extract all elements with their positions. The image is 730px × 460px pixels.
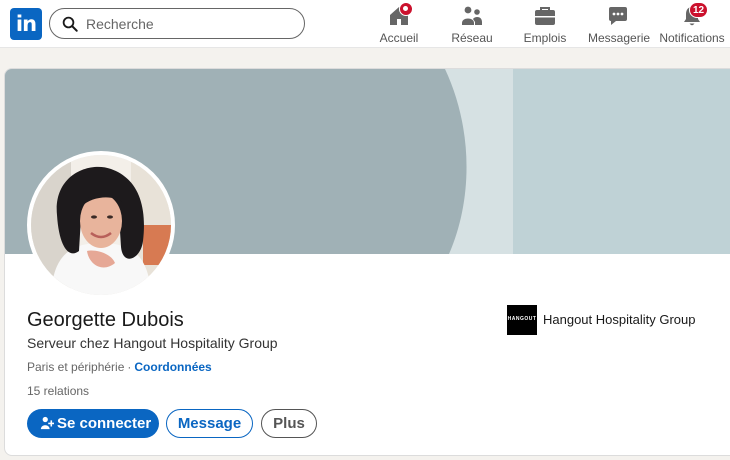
- briefcase-icon: [533, 4, 557, 28]
- profile-card: Georgette Dubois Serveur chez Hangout Ho…: [4, 68, 730, 456]
- more-button[interactable]: Plus: [261, 409, 317, 438]
- nav-item-jobs[interactable]: Emplois: [523, 4, 567, 45]
- message-button[interactable]: Message: [166, 409, 253, 438]
- profile-name: Georgette Dubois: [27, 309, 184, 331]
- company-logo-text: HANGOUT: [507, 316, 537, 322]
- company-logo: HANGOUT: [507, 305, 537, 335]
- nav-item-messaging[interactable]: Messagerie: [588, 4, 651, 45]
- profile-location: Paris et périphérie: [27, 360, 125, 374]
- nav-item-label: Accueil: [379, 31, 419, 45]
- nav-item-home[interactable]: Accueil: [378, 2, 420, 45]
- profile-photo-image: [31, 155, 171, 295]
- top-navigation: in Accueil Réseau: [0, 0, 730, 48]
- bell-icon: 12: [680, 2, 709, 28]
- contact-info-link[interactable]: Coordonnées: [134, 360, 211, 374]
- nav-item-notifications[interactable]: 12 Notifications: [658, 2, 726, 45]
- home-notification-badge: [399, 2, 413, 16]
- connect-button[interactable]: Se connecter: [27, 409, 159, 438]
- network-icon: [460, 4, 484, 28]
- search-icon: [62, 16, 78, 32]
- notifications-count-badge: 12: [689, 2, 709, 18]
- nav-item-label: Emplois: [523, 31, 567, 45]
- linkedin-logo[interactable]: in: [10, 8, 42, 40]
- profile-photo[interactable]: [27, 151, 175, 299]
- search-box[interactable]: [49, 8, 305, 39]
- nav-item-network[interactable]: Réseau: [451, 4, 493, 45]
- connect-button-label: Se connecter: [57, 415, 152, 432]
- add-person-icon: [40, 416, 54, 430]
- profile-headline: Serveur chez Hangout Hospitality Group: [27, 335, 278, 351]
- profile-location-line: Paris et périphérie · Coordonnées: [27, 360, 212, 374]
- home-icon: [387, 2, 413, 28]
- relations-count[interactable]: 15 relations: [27, 384, 89, 398]
- company-name: Hangout Hospitality Group: [543, 312, 696, 327]
- location-separator: ·: [127, 360, 132, 374]
- search-input[interactable]: [86, 13, 296, 35]
- nav-item-label: Messagerie: [588, 31, 651, 45]
- nav-item-label: Réseau: [451, 31, 493, 45]
- nav-item-label: Notifications: [659, 31, 725, 45]
- messaging-icon: [606, 4, 630, 28]
